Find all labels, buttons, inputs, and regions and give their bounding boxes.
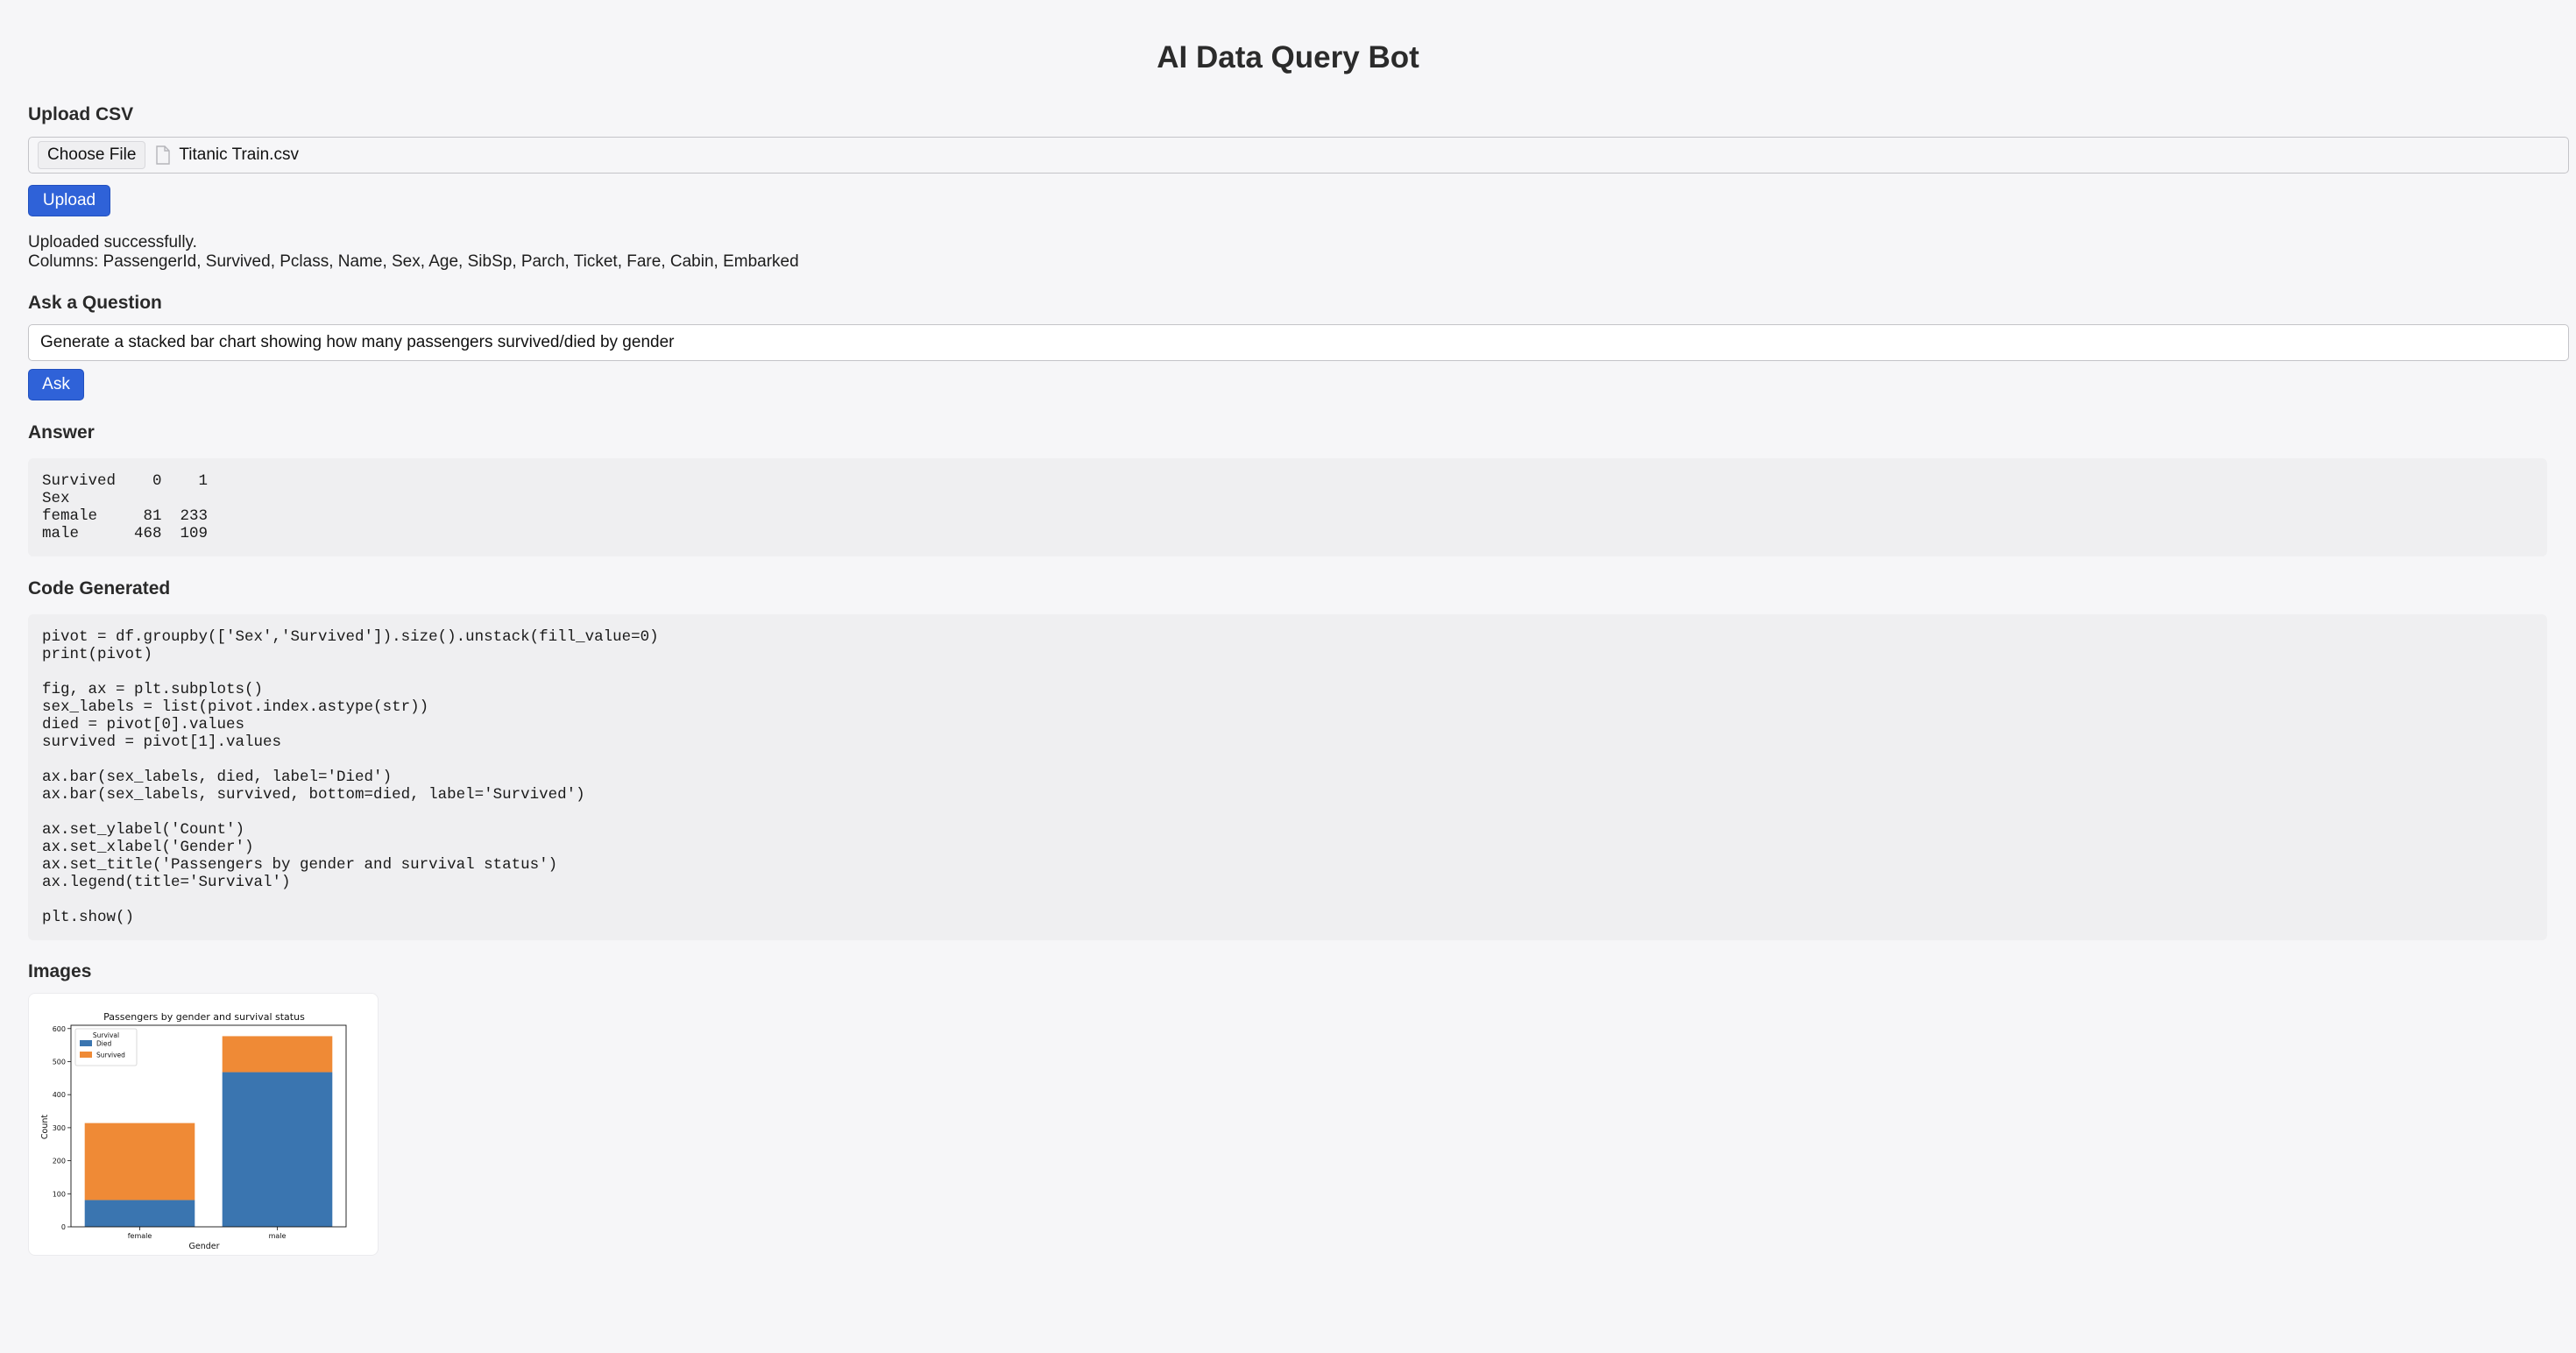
page-title: AI Data Query Bot	[1157, 40, 1419, 74]
chart-title: Passengers by gender and survival status	[103, 1011, 305, 1023]
question-input[interactable]: Generate a stacked bar chart showing how…	[28, 324, 2569, 361]
answer-output: Survived 0 1 Sex female 81 233 male 468 …	[28, 458, 2547, 556]
document-icon	[154, 145, 172, 165]
y-tick-label: 0	[61, 1223, 66, 1231]
stacked-bar-chart: Passengers by gender and survival status…	[40, 1011, 347, 1251]
legend-swatch-died	[80, 1040, 92, 1046]
legend-label-survived: Survived	[96, 1052, 125, 1059]
bar-died-male	[222, 1072, 333, 1227]
selected-file-name: Titanic Train.csv	[179, 145, 299, 164]
y-tick-label: 500	[53, 1058, 66, 1066]
bar-survived-female	[84, 1123, 195, 1201]
legend-swatch-survived	[80, 1052, 92, 1058]
question-heading: Ask a Question	[28, 293, 162, 313]
app-page: AI Data Query Bot Upload CSV Choose File…	[0, 0, 2576, 1353]
x-tick-label: female	[128, 1232, 152, 1240]
code-heading: Code Generated	[28, 578, 171, 599]
legend-title: Survival	[93, 1031, 119, 1039]
y-tick-label: 600	[53, 1025, 66, 1033]
file-input[interactable]: Choose File Titanic Train.csv	[28, 137, 2569, 174]
upload-status: Uploaded successfully.	[28, 233, 197, 251]
choose-file-button[interactable]: Choose File	[38, 141, 146, 169]
y-tick-label: 100	[53, 1190, 66, 1198]
bar-survived-male	[222, 1036, 333, 1073]
y-tick-label: 300	[53, 1124, 66, 1132]
upload-heading: Upload CSV	[28, 104, 134, 124]
x-tick-label: male	[269, 1232, 287, 1240]
ask-button[interactable]: Ask	[28, 369, 84, 400]
y-tick-label: 200	[53, 1158, 66, 1165]
images-heading: Images	[28, 961, 92, 981]
bar-died-female	[84, 1200, 195, 1227]
upload-button[interactable]: Upload	[28, 185, 110, 216]
legend-label-died: Died	[96, 1040, 111, 1048]
columns-list: Columns: PassengerId, Survived, Pclass, …	[28, 252, 799, 271]
answer-heading: Answer	[28, 422, 95, 443]
chart-image: Passengers by gender and survival status…	[28, 993, 379, 1256]
y-tick-label: 400	[53, 1091, 66, 1099]
generated-code: pivot = df.groupby(['Sex','Survived']).s…	[28, 614, 2547, 940]
chart-xlabel: Gender	[188, 1242, 219, 1251]
chart-ylabel: Count	[40, 1115, 50, 1139]
